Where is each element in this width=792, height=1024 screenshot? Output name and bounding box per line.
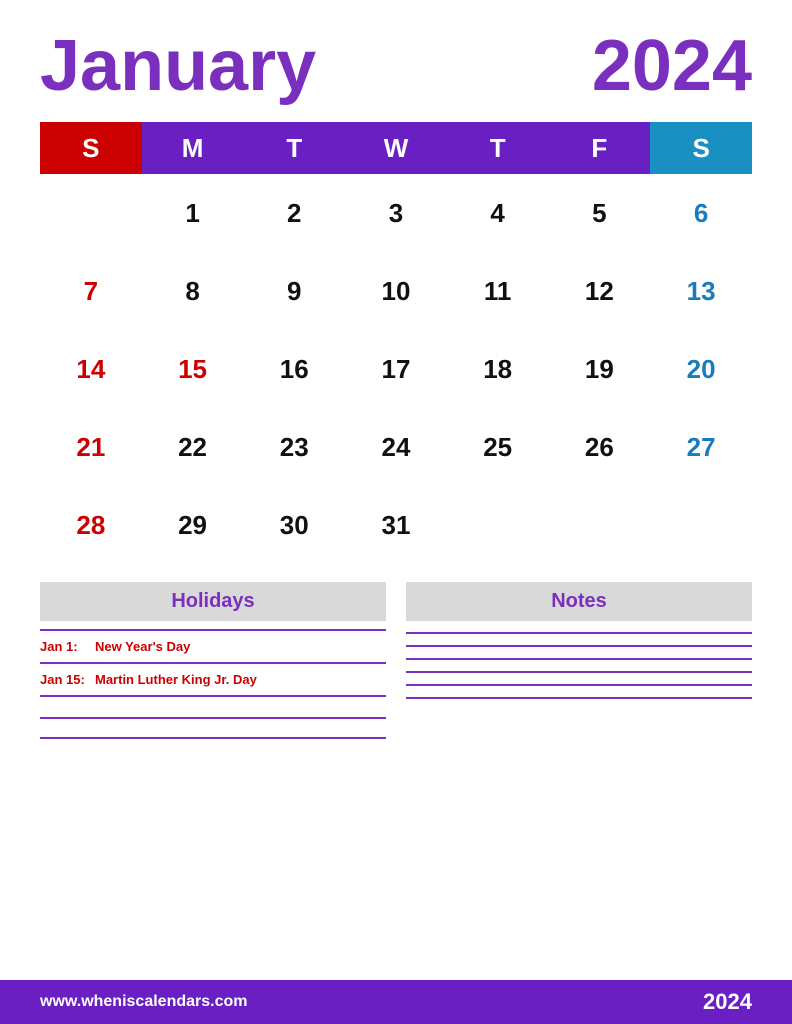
calendar-cell: 6 (650, 174, 752, 252)
calendar-cell: 1 (142, 174, 244, 252)
holiday-line-5 (40, 737, 386, 739)
calendar-cell: 8 (142, 252, 244, 330)
holidays-box: Holidays Jan 1: New Year's Day Jan 15: M… (40, 582, 386, 745)
notes-box: Notes (406, 582, 752, 745)
calendar-cell: 17 (345, 330, 447, 408)
calendar-cell: 4 (447, 174, 549, 252)
notes-header: Notes (406, 582, 752, 621)
calendar-cell: 23 (243, 408, 345, 486)
day-header-mon: M (142, 122, 244, 174)
note-line-5 (406, 684, 752, 686)
day-header-thu: T (447, 122, 549, 174)
day-header-fri: F (549, 122, 651, 174)
calendar-cell: 14 (40, 330, 142, 408)
day-header-wed: W (345, 122, 447, 174)
calendar-cell: 18 (447, 330, 549, 408)
note-line-1 (406, 632, 752, 634)
holiday-name-2: Martin Luther King Jr. Day (95, 672, 257, 687)
calendar-cell: 15 (142, 330, 244, 408)
note-line-6 (406, 697, 752, 699)
footer-year: 2024 (703, 989, 752, 1015)
calendar-row: 78910111213 (40, 252, 752, 330)
calendar-wrapper: S M T W T F S 12345678910111213141516171… (40, 122, 752, 564)
calendar-cell: 25 (447, 408, 549, 486)
note-line-2 (406, 645, 752, 647)
calendar-cell: 9 (243, 252, 345, 330)
calendar-cell: 22 (142, 408, 244, 486)
holidays-header: Holidays (40, 582, 386, 621)
calendar-cell: 29 (142, 486, 244, 564)
calendar-cell: 21 (40, 408, 142, 486)
holiday-date-2: Jan 15: (40, 672, 95, 687)
calendar-cell (447, 486, 549, 564)
holiday-line-top (40, 629, 386, 631)
calendar-cell: 28 (40, 486, 142, 564)
calendar-page: January 2024 S M T W T F S 1234567891011… (0, 0, 792, 1024)
day-header-sat: S (650, 122, 752, 174)
calendar-cell: 16 (243, 330, 345, 408)
note-line-3 (406, 658, 752, 660)
calendar-cell: 11 (447, 252, 549, 330)
calendar-cell: 20 (650, 330, 752, 408)
day-header-sun: S (40, 122, 142, 174)
calendar-table: S M T W T F S 12345678910111213141516171… (40, 122, 752, 564)
holiday-line-4 (40, 717, 386, 719)
calendar-cell: 24 (345, 408, 447, 486)
holiday-entry-1: Jan 1: New Year's Day (40, 637, 386, 656)
calendar-cell (549, 486, 651, 564)
holiday-date-1: Jan 1: (40, 639, 95, 654)
calendar-cell (650, 486, 752, 564)
calendar-row: 123456 (40, 174, 752, 252)
calendar-cell: 5 (549, 174, 651, 252)
footer-url: www.wheniscalendars.com (40, 993, 247, 1011)
month-title: January (40, 30, 316, 102)
holiday-line-3 (40, 695, 386, 697)
bottom-section: Holidays Jan 1: New Year's Day Jan 15: M… (40, 582, 752, 745)
calendar-cell: 30 (243, 486, 345, 564)
calendar-cell (40, 174, 142, 252)
calendar-cell: 27 (650, 408, 752, 486)
calendar-header-row: S M T W T F S (40, 122, 752, 174)
calendar-row: 14151617181920 (40, 330, 752, 408)
calendar-cell: 2 (243, 174, 345, 252)
holiday-name-1: New Year's Day (95, 639, 190, 654)
holiday-line-2 (40, 662, 386, 664)
calendar-cell: 7 (40, 252, 142, 330)
calendar-cell: 19 (549, 330, 651, 408)
holiday-entry-2: Jan 15: Martin Luther King Jr. Day (40, 670, 386, 689)
calendar-cell: 13 (650, 252, 752, 330)
note-line-4 (406, 671, 752, 673)
calendar-cell: 12 (549, 252, 651, 330)
day-header-tue: T (243, 122, 345, 174)
calendar-cell: 3 (345, 174, 447, 252)
calendar-cell: 31 (345, 486, 447, 564)
header: January 2024 (40, 30, 752, 102)
calendar-cell: 10 (345, 252, 447, 330)
year-title: 2024 (592, 30, 752, 102)
calendar-cell: 26 (549, 408, 651, 486)
calendar-row: 21222324252627 (40, 408, 752, 486)
footer: www.wheniscalendars.com 2024 (0, 980, 792, 1024)
calendar-row: 28293031 (40, 486, 752, 564)
